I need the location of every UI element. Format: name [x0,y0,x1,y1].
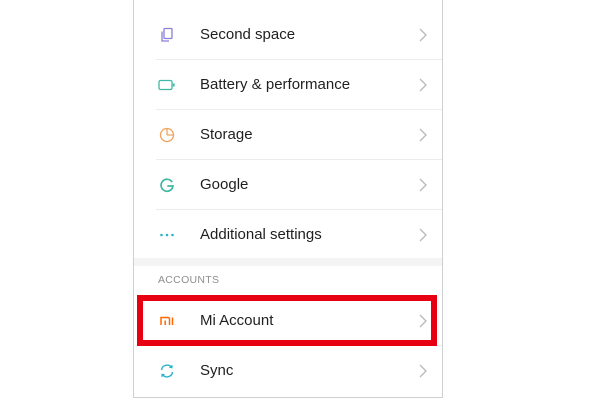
section-separator [134,258,442,266]
second-space-icon [158,26,176,44]
storage-icon [158,126,176,144]
settings-item-second-space[interactable]: Second space [134,10,442,59]
settings-item-label: Sync [200,362,234,379]
settings-item-label: Storage [200,126,253,143]
settings-item-sync[interactable]: Sync [134,346,442,395]
chevron-right-icon [419,28,427,41]
battery-icon [158,76,176,94]
settings-item-label: Google [200,176,249,193]
settings-item-label: Additional settings [200,226,322,243]
settings-item-mi-account[interactable]: Mi Account [134,296,442,345]
chevron-right-icon [419,128,427,141]
settings-item-label: Mi Account [200,312,274,329]
settings-item-label: Battery & performance [200,76,351,93]
sync-icon [158,362,176,380]
chevron-right-icon [419,178,427,191]
section-header-accounts: ACCOUNTS [158,274,220,286]
settings-item-additional-settings[interactable]: Additional settings [134,210,442,259]
google-icon [158,176,176,194]
chevron-right-icon [419,314,427,327]
chevron-right-icon [419,228,427,241]
chevron-right-icon [419,78,427,91]
mi-logo-icon [158,312,176,330]
chevron-right-icon [419,364,427,377]
settings-item-storage[interactable]: Storage [134,110,442,159]
more-dots-icon [158,226,176,244]
settings-item-battery-performance[interactable]: Battery & performance [134,60,442,109]
settings-item-google[interactable]: Google [134,160,442,209]
settings-screen: Second space Battery & performance Stora… [133,0,443,398]
settings-item-label: Second space [200,26,296,43]
